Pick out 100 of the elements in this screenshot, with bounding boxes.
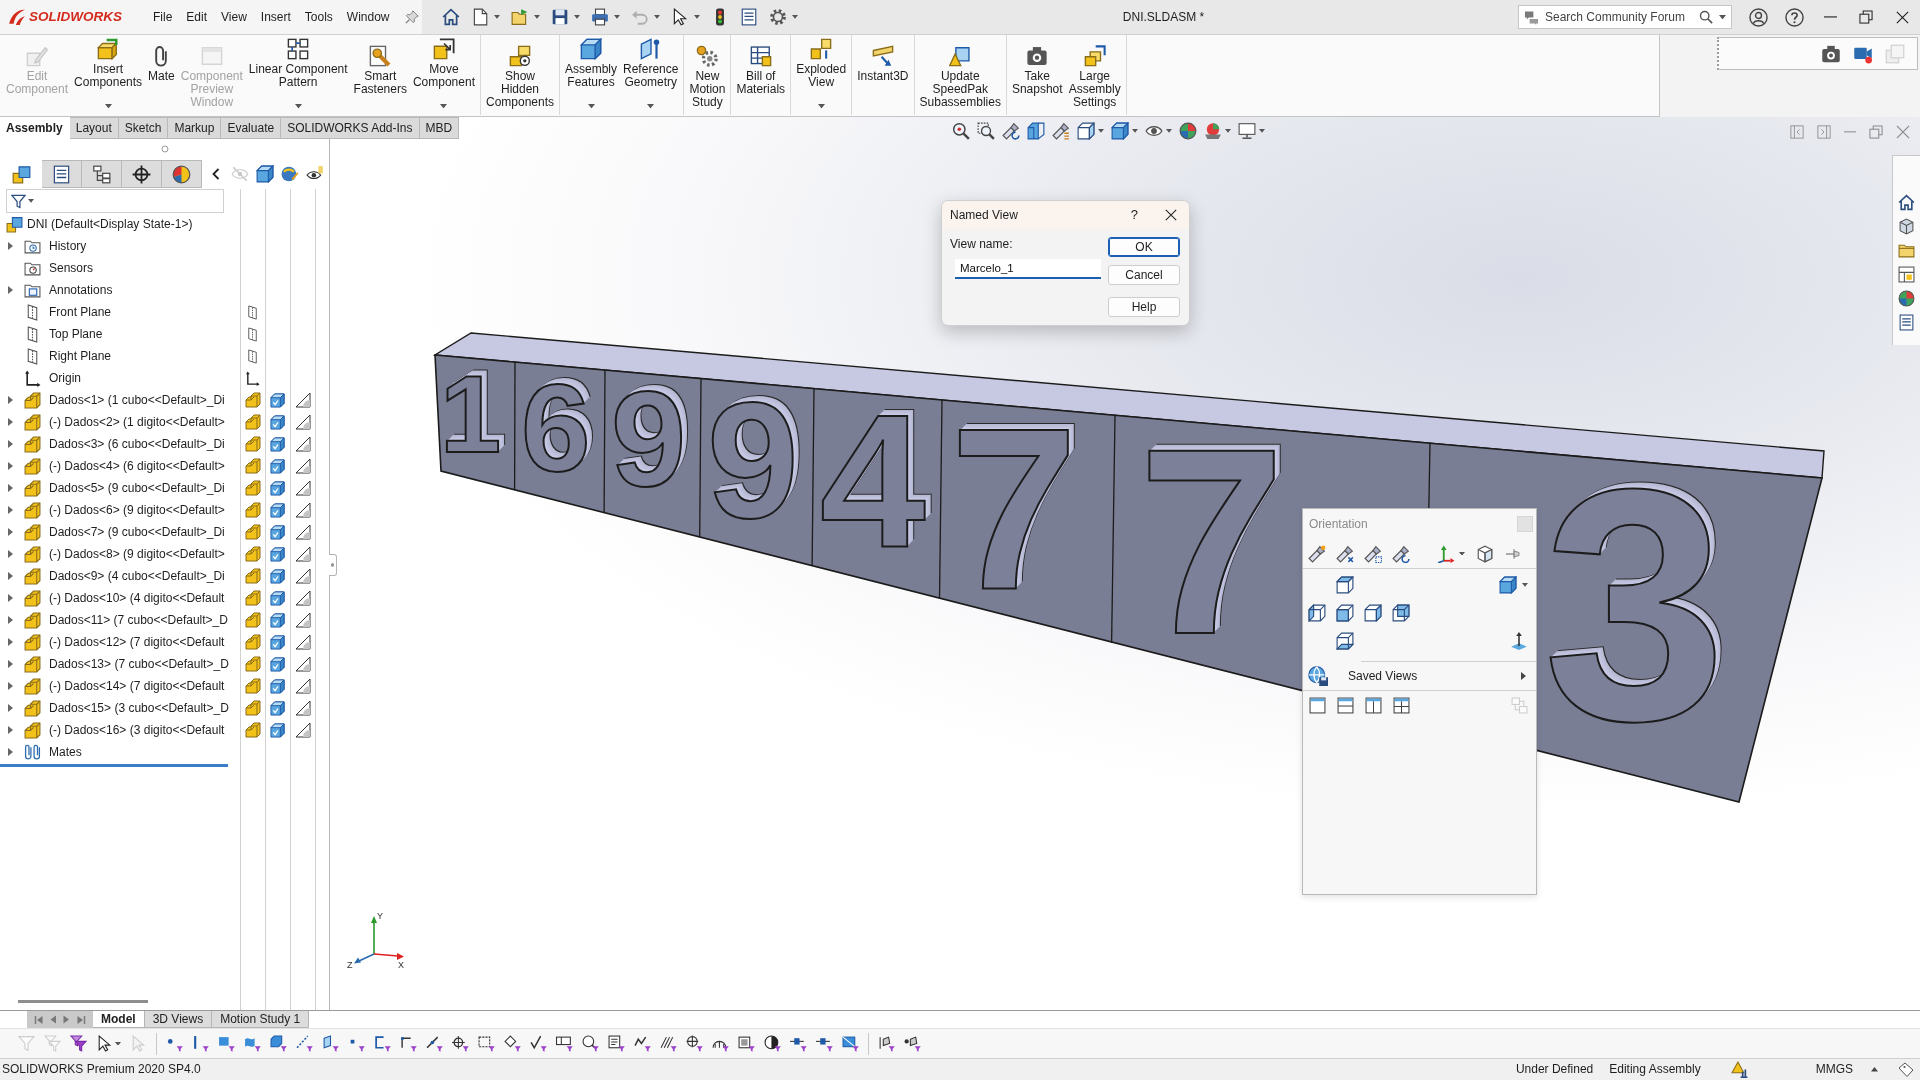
last-arrow-icon[interactable]: [76, 1014, 86, 1025]
line-point-icon[interactable]: [426, 1035, 443, 1052]
drag-handle-icon[interactable]: [160, 145, 169, 153]
cube-check-icon[interactable]: [270, 502, 285, 518]
part-icon[interactable]: [24, 655, 41, 673]
tree-item[interactable]: Dados<5> (9 cubo<<Default>_Di: [49, 480, 225, 496]
picture-frame-icon[interactable]: [842, 1035, 859, 1052]
triangle-icon[interactable]: [294, 700, 311, 716]
manager-tab[interactable]: [42, 160, 82, 188]
expand-arrow-icon[interactable]: [7, 440, 13, 448]
command-tab[interactable]: SOLIDWORKS Add-Ins: [281, 117, 420, 139]
wire-cube-icon[interactable]: [1364, 604, 1382, 622]
part-icon[interactable]: [24, 501, 41, 519]
layout-square-icon[interactable]: [1898, 266, 1915, 283]
tree-item[interactable]: Right Plane: [49, 348, 112, 364]
part-icon[interactable]: [24, 457, 41, 475]
command-tab[interactable]: Markup: [168, 117, 222, 139]
caret-up-icon[interactable]: [1871, 1067, 1878, 1072]
origin-axes-icon[interactable]: [245, 370, 260, 386]
caret-icon[interactable]: [1098, 129, 1104, 133]
connector-icon[interactable]: [816, 1035, 833, 1052]
list-icon[interactable]: [740, 8, 758, 26]
document-icon[interactable]: [471, 8, 489, 26]
cube-check-icon[interactable]: [270, 414, 285, 430]
flashlight-icon[interactable]: [1336, 544, 1354, 563]
filter-field[interactable]: [6, 189, 224, 213]
tree-item[interactable]: History: [49, 238, 87, 254]
menu-item[interactable]: File: [146, 7, 180, 27]
dialog-button[interactable]: Cancel: [1108, 265, 1180, 285]
caret-icon[interactable]: [494, 15, 500, 19]
caret-icon[interactable]: [817, 103, 825, 108]
tree-item[interactable]: DNI (Default<Display State-1>): [27, 216, 193, 232]
dialog-button[interactable]: Help: [1108, 297, 1180, 317]
expand-arrow-icon[interactable]: [7, 396, 13, 404]
ribbon-button[interactable]: Instant3D: [854, 35, 912, 115]
expand-arrow-icon[interactable]: [7, 726, 13, 734]
part-icon[interactable]: [24, 589, 41, 607]
cube-check-icon[interactable]: [270, 700, 285, 716]
tree-item[interactable]: (-) Dados<8> (9 digito<<Default>: [49, 546, 225, 562]
cube-check-icon[interactable]: [270, 436, 285, 452]
tree-item[interactable]: Dados<9> (4 cubo<<Default>_Di: [49, 568, 225, 584]
wire-cube-icon[interactable]: [1336, 632, 1354, 650]
triangle-icon[interactable]: [294, 634, 311, 650]
menu-item[interactable]: Tools: [297, 7, 340, 27]
half-filled-circle-icon[interactable]: [764, 1035, 781, 1052]
part-icon[interactable]: [244, 568, 261, 584]
hatch-lines-icon[interactable]: [660, 1035, 677, 1052]
manager-tab[interactable]: [122, 160, 162, 188]
expand-arrow-icon[interactable]: [7, 616, 13, 624]
expand-arrow-icon[interactable]: [7, 418, 13, 426]
filter-icon[interactable]: [11, 193, 26, 209]
square-icon[interactable]: [218, 1035, 235, 1052]
caret-icon[interactable]: [104, 103, 112, 108]
part-icon[interactable]: [244, 502, 261, 518]
pointer-icon[interactable]: [96, 1035, 113, 1052]
expand-arrow-icon[interactable]: [7, 748, 13, 756]
ribbon-button[interactable]: Bill of Materials: [733, 35, 789, 115]
cube-check-icon[interactable]: [270, 392, 285, 408]
expand-arrow-icon[interactable]: [7, 484, 13, 492]
restore-icon[interactable]: [1859, 10, 1873, 24]
split-columns-icon[interactable]: [1364, 696, 1382, 714]
ribbon-button[interactable]: Take Snapshot: [1008, 35, 1066, 115]
expand-arrow-icon[interactable]: [7, 550, 13, 558]
tree-item[interactable]: Origin: [49, 370, 81, 386]
caret-icon[interactable]: [1166, 129, 1172, 133]
expand-arrow-icon[interactable]: [7, 638, 13, 646]
part-icon[interactable]: [24, 633, 41, 651]
expand-arrow-icon[interactable]: [7, 462, 13, 470]
polyline-icon[interactable]: [400, 1035, 417, 1052]
expand-arrow-icon[interactable]: [7, 528, 13, 536]
tree-item[interactable]: Dados<7> (9 cubo<<Default>_Di: [49, 524, 225, 540]
ribbon-button[interactable]: Large Assembly Settings: [1065, 35, 1124, 115]
expand-arrow-icon[interactable]: [7, 594, 13, 602]
part-icon[interactable]: [24, 523, 41, 541]
command-tab[interactable]: Evaluate: [221, 117, 282, 139]
zigzag-icon[interactable]: [634, 1035, 651, 1052]
command-tab[interactable]: Layout: [69, 117, 119, 139]
expand-arrow-icon[interactable]: [7, 286, 13, 294]
caret-icon[interactable]: [1225, 129, 1231, 133]
flashlight-icon[interactable]: [1002, 122, 1020, 140]
caret-icon[interactable]: [1132, 129, 1138, 133]
cube-check-icon[interactable]: [270, 656, 285, 672]
triangle-icon[interactable]: [294, 480, 311, 496]
flashlight-icon[interactable]: [1392, 544, 1410, 563]
triangle-icon[interactable]: [294, 502, 311, 518]
close-icon[interactable]: [1895, 10, 1909, 24]
chevron-left-icon[interactable]: [212, 168, 220, 180]
printer-icon[interactable]: [591, 8, 609, 26]
block-icon[interactable]: [738, 1035, 755, 1052]
tree-item[interactable]: Top Plane: [49, 326, 103, 342]
caret-icon[interactable]: [574, 15, 580, 19]
wire-cube-icon[interactable]: [1308, 604, 1326, 622]
menu-item[interactable]: Insert: [253, 7, 298, 27]
monitor-icon[interactable]: [1238, 122, 1256, 140]
ribbon-button[interactable]: Update SpeedPak Subassemblies: [916, 35, 1004, 115]
part-icon[interactable]: [244, 546, 261, 562]
flashlight-icon[interactable]: [1308, 544, 1326, 563]
part-icon[interactable]: [24, 435, 41, 453]
wire-cube-icon[interactable]: [1336, 604, 1354, 622]
gear-icon[interactable]: [769, 8, 787, 26]
